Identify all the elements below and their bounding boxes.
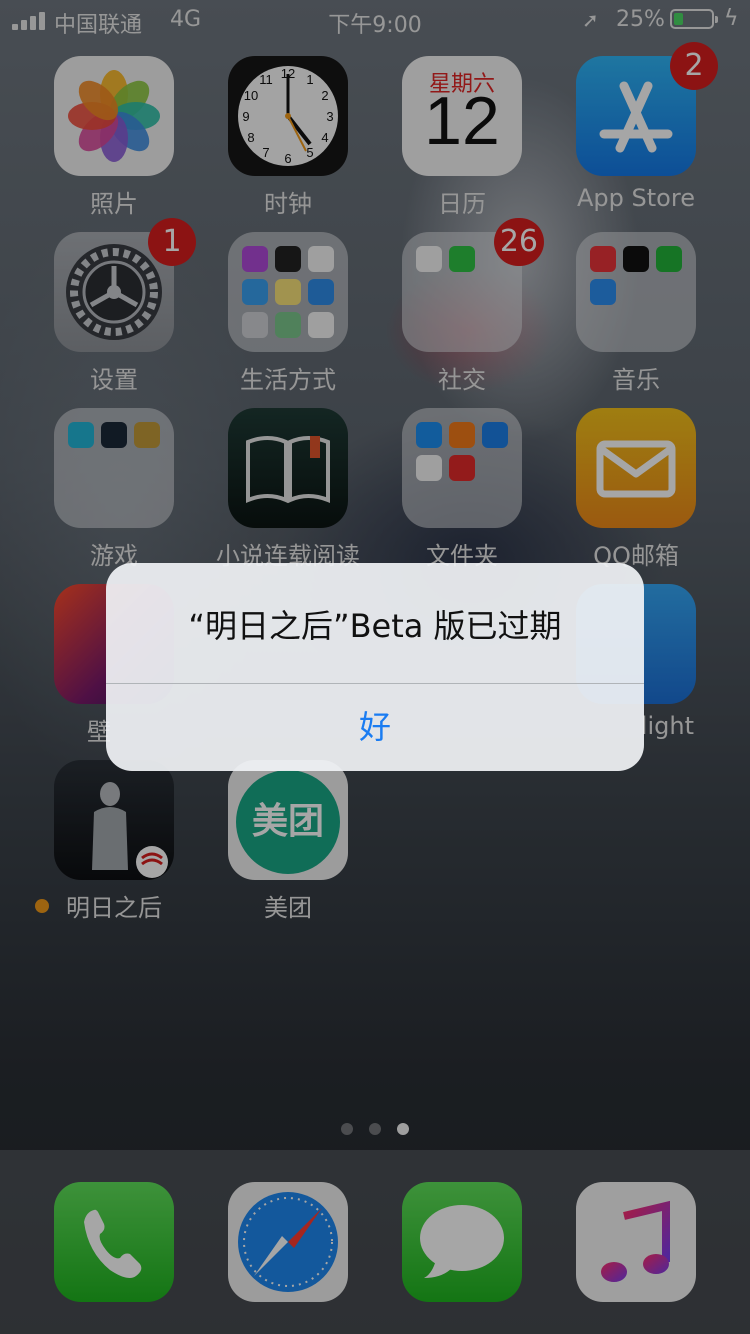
alert-ok-button[interactable]: 好 [106, 684, 644, 771]
home-screen: 照片 12 1 2 345 678 9 10 11 时钟 星期六 12 日历 2… [0, 0, 750, 1334]
alert-dialog: “明日之后”Beta 版已过期 好 [106, 563, 644, 771]
alert-title: “明日之后”Beta 版已过期 [188, 607, 562, 645]
